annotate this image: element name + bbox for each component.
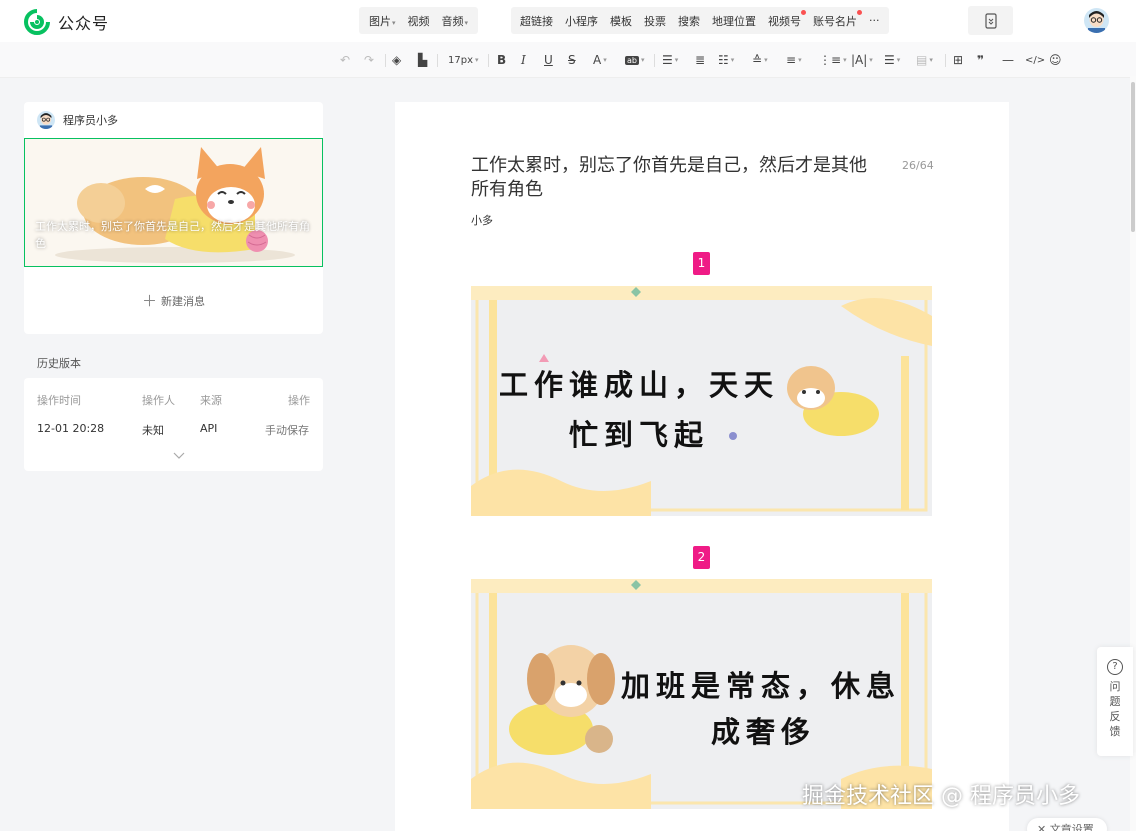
divider-line-icon[interactable]: —: [1002, 52, 1014, 68]
history-row-action[interactable]: 手动保存: [265, 422, 309, 438]
section-number-badge: 2: [693, 546, 710, 569]
article-cover[interactable]: 工作太累时，别忘了你首先是自己，然后才是其他所有角色: [24, 138, 323, 267]
account-row: 程序员小多: [37, 111, 118, 129]
media-insert-group: 图片▾ 视频 音频▾: [359, 7, 479, 34]
list-icon[interactable]: ☰ ▾: [884, 52, 900, 68]
feedback-button[interactable]: ? 问题反馈: [1097, 647, 1133, 756]
indent-select-icon[interactable]: ☷ ▾: [718, 52, 734, 68]
bold-icon[interactable]: B: [497, 52, 506, 68]
chevron-down-icon[interactable]: [173, 452, 185, 460]
plus-icon: ＋: [141, 292, 157, 310]
table-icon[interactable]: ⊞: [953, 52, 963, 68]
letter-spacing-icon[interactable]: |A| ▾: [851, 52, 873, 68]
avatar-icon: [1084, 8, 1109, 33]
article-author-input[interactable]: 小多: [471, 212, 493, 228]
top-bar: 公众号 图片▾ 视频 音频▾ 超链接 小程序 模板 投票 搜索 地理位置 视频号…: [0, 0, 1136, 42]
notice-dot: [801, 9, 806, 15]
wechat-official-logo-icon: [24, 9, 50, 35]
toolbar-divider: [385, 54, 386, 67]
article-settings-button[interactable]: ✕ 文章设置: [1027, 818, 1107, 831]
strikethrough-icon[interactable]: S: [568, 52, 576, 68]
font-size-select[interactable]: 17px ▾: [448, 52, 479, 68]
insert-tools-group: 超链接 小程序 模板 投票 搜索 地理位置 视频号 账号名片 ···: [511, 7, 889, 34]
insert-link-button[interactable]: 超链接: [514, 13, 559, 29]
template-button[interactable]: 模板: [604, 13, 638, 29]
paragraph-spacing-icon[interactable]: ≡ ▾: [786, 52, 802, 68]
article-title-input[interactable]: 工作太累时，别忘了你首先是自己，然后才是其他所有角色: [471, 154, 871, 202]
insert-video-button[interactable]: 视频: [402, 13, 436, 29]
account-card-button[interactable]: 账号名片: [807, 9, 863, 29]
clear-format-icon[interactable]: ▙: [418, 52, 427, 68]
channels-button[interactable]: 视频号: [762, 9, 807, 29]
close-icon: ✕: [1037, 823, 1050, 831]
account-avatar: [37, 111, 55, 129]
vote-button[interactable]: 投票: [638, 13, 672, 29]
notice-dot: [857, 9, 862, 15]
undo-icon[interactable]: ↶: [340, 52, 350, 68]
code-icon[interactable]: </>: [1025, 52, 1045, 68]
toolbar-divider: [488, 54, 489, 67]
dropdown-arrow-icon: ▾: [464, 18, 469, 27]
toolbar-divider: [437, 54, 438, 67]
toolbar-divider: [654, 54, 655, 67]
history-row-time: 12-01 20:28: [37, 422, 105, 435]
toolbar-divider: [945, 54, 946, 67]
location-button[interactable]: 地理位置: [706, 13, 762, 29]
insert-miniprogram-button[interactable]: 小程序: [559, 13, 604, 29]
section-number-badge: 1: [693, 252, 710, 275]
float-icon[interactable]: ▤ ▾: [916, 52, 933, 68]
indent-icon[interactable]: ≣: [695, 52, 705, 68]
history-title: 历史版本: [37, 357, 81, 370]
article-list-card: 程序员小多 工作太累时，别忘了你首先是自己，然后才是其他所有角色 ＋新建消息: [24, 102, 323, 334]
question-icon: ?: [1107, 659, 1123, 675]
editor-canvas: 工作太累时，别忘了你首先是自己，然后才是其他所有角色 26/64 小多 1 工作…: [395, 102, 1009, 831]
underline-icon[interactable]: U: [544, 52, 553, 68]
slide-text-line: 成奢侈: [711, 715, 817, 749]
user-avatar[interactable]: [1084, 8, 1109, 33]
dropdown-arrow-icon: ▾: [392, 18, 396, 27]
mobile-preview-button[interactable]: [968, 6, 1013, 35]
history-card: 操作时间 操作人 来源 操作 12-01 20:28 未知 API 手动保存: [24, 378, 323, 471]
slide-text-line: 工作谁成山，天天: [499, 368, 780, 402]
emoji-icon[interactable]: ☺: [1049, 52, 1062, 68]
align-icon[interactable]: ☰ ▾: [662, 52, 678, 68]
history-row-operator: 未知: [142, 424, 164, 437]
scrollbar-thumb[interactable]: [1131, 82, 1135, 232]
slide-text-line: 加班是常态，休息: [621, 669, 902, 703]
highlight-icon[interactable]: ab ▾: [625, 52, 645, 68]
redo-icon[interactable]: ↷: [364, 52, 374, 68]
cover-caption: 工作太累时，别忘了你首先是自己，然后才是其他所有角色: [35, 220, 310, 250]
history-header-source: 来源: [200, 394, 222, 407]
more-button[interactable]: ···: [863, 14, 886, 27]
line-height-icon[interactable]: ≙ ▾: [752, 52, 768, 68]
search-button[interactable]: 搜索: [672, 13, 706, 29]
history-header-time: 操作时间: [37, 394, 81, 407]
history-header-operator: 操作人: [142, 394, 175, 407]
feedback-label: 问题反馈: [1109, 680, 1121, 738]
insert-image-menu[interactable]: 图片▾: [363, 13, 402, 29]
insert-audio-menu[interactable]: 音频▾: [436, 13, 475, 29]
margin-icon[interactable]: ⋮≡ ▾: [819, 52, 847, 68]
watermark: 掘金技术社区 @ 程序员小多: [802, 784, 1080, 809]
new-message-button[interactable]: ＋新建消息: [24, 290, 323, 311]
account-name: 程序员小多: [63, 114, 118, 127]
title-char-counter: 26/64: [902, 159, 934, 172]
quote-icon[interactable]: ❞: [977, 52, 984, 68]
italic-icon[interactable]: I: [521, 52, 526, 68]
phone-icon: [984, 12, 997, 29]
history-header-action: 操作: [288, 394, 310, 407]
brand[interactable]: 公众号: [24, 9, 109, 35]
article-image[interactable]: 工作谁成山，天天 忙到飞起: [471, 286, 932, 516]
avatar-icon: [37, 111, 55, 129]
article-image[interactable]: 加班是常态，休息 成奢侈: [471, 579, 932, 809]
format-toolbar: ↶ ↷ ◈ ▙ 17px ▾ B I U S A ▾ ab ▾ ☰ ▾ ≣ ☷ ▾ ≙ ▾ …: [0, 42, 1136, 78]
brand-name: 公众号: [58, 14, 110, 33]
history-row-source: API: [200, 422, 218, 435]
slide-text-line: 忙到飞起: [569, 418, 710, 452]
format-painter-icon[interactable]: ◈: [392, 52, 401, 68]
font-color-icon[interactable]: A ▾: [593, 52, 607, 68]
